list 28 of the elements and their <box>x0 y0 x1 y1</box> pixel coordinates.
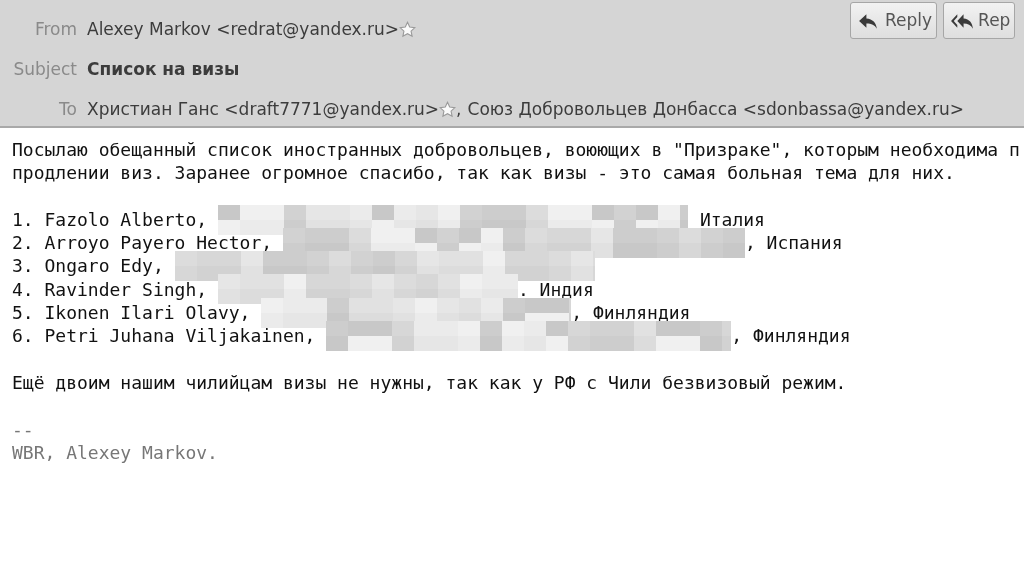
signature-separator: -- <box>12 417 35 441</box>
star-icon[interactable] <box>439 101 457 119</box>
message-text: Ещё двоим нашим чилийцам визы не нужны, так как у РФ с Чили безвизовый режим. <box>12 370 848 395</box>
reply-all-button[interactable]: Rep <box>943 2 1016 39</box>
country-text: Италия <box>699 207 765 232</box>
country-text: . Индия <box>517 277 594 302</box>
reply-button[interactable]: Reply <box>850 2 938 39</box>
list-item-text: 1. Fazolo Alberto, <box>12 207 209 232</box>
star-icon[interactable] <box>399 21 416 39</box>
list-item-text: 6. Petri Juhana Viljakainen, <box>12 324 317 348</box>
separator-comma: , <box>456 98 462 121</box>
recipient-address: Христиан Ганс <draft7771@yandex.ru> <box>87 98 440 121</box>
country-text: , Испания <box>744 231 843 255</box>
list-item-text: 4. Ravinder Singh, <box>12 277 209 302</box>
country-text: , Финляндия <box>571 301 691 325</box>
subject-text: Список на визы <box>87 57 240 81</box>
recipient-address: Союз Добровольцев Донбасса <sdonbassa@yandex.ru> <box>467 98 964 121</box>
message-text: Посылаю обещанный список иностранных добровольцев, воюющих в "Призраке", которым необходима п <box>12 138 1021 162</box>
list-item-text: 2. Arroyo Payero Hector, <box>12 231 274 255</box>
country-text: , Финляндия <box>731 324 851 348</box>
list-item-text: 5. Ikonen Ilari Olavy, <box>12 301 252 325</box>
subject-label: Subject <box>12 57 77 81</box>
to-label: To <box>58 98 77 121</box>
from-label: From <box>33 18 77 41</box>
list-item-text: 3. Ongaro Edy, <box>12 254 165 278</box>
sender-address: Alexey Markov <redrat@yandex.ru> <box>87 18 399 41</box>
signature-text: WBR, Alexey Markov. <box>12 440 219 465</box>
message-text: продлении виз. Заранее огромное спасибо, так как визы - это самая больная тема для них. <box>12 161 956 185</box>
